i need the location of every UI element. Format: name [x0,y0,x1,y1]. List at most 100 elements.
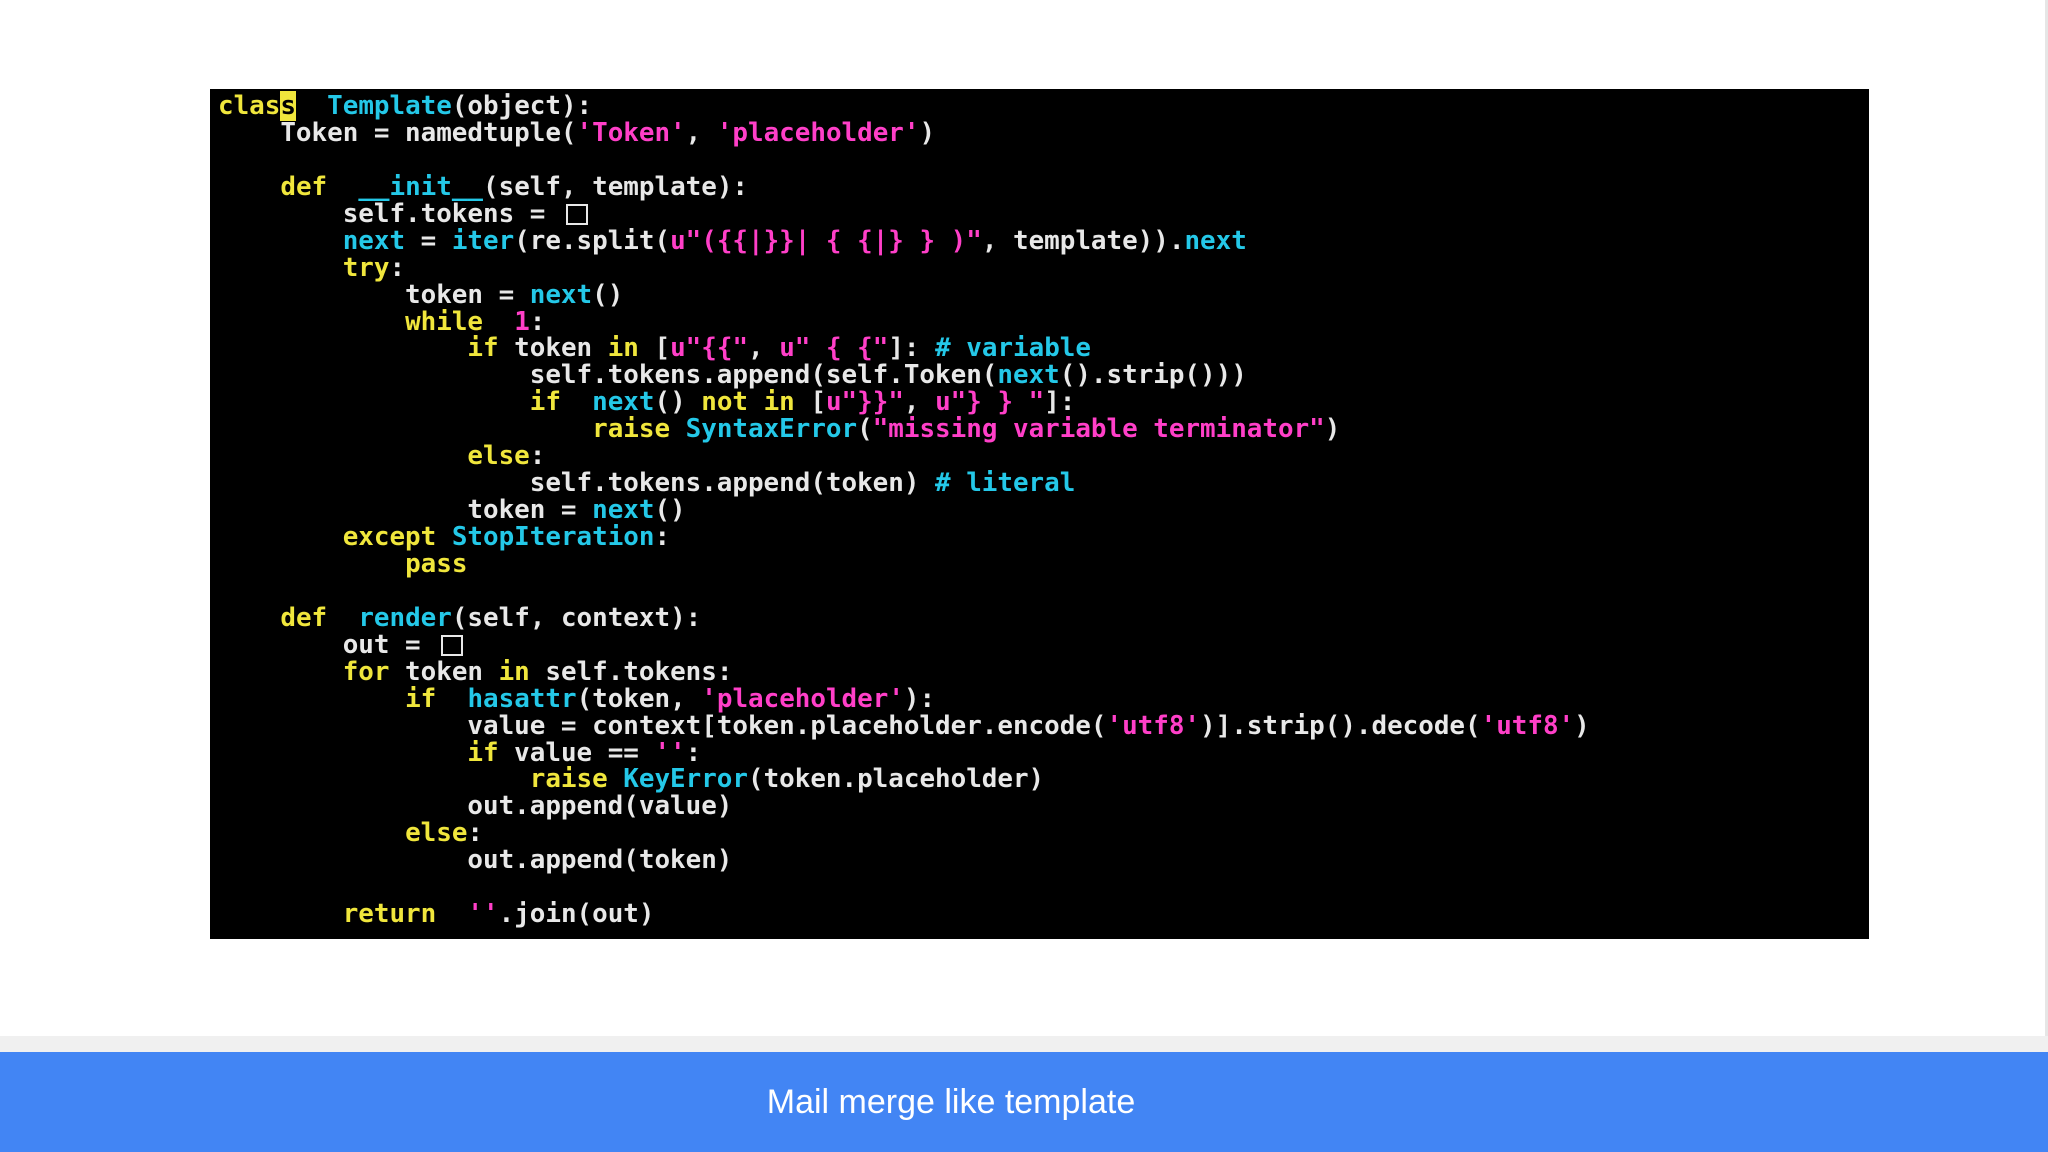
code-token: while [405,306,483,337]
code-token: ().strip())) [1059,360,1247,391]
code-line: class Template(object): [218,91,1869,121]
code-token: 1 [514,306,530,337]
code-token: [ [794,387,826,418]
code-token: , [748,333,780,364]
code-token: u"} } " [935,387,1045,418]
code-line: def __init__(self, template): [218,171,1869,202]
empty-list-glyph [441,634,464,656]
code-token: = [405,225,452,256]
code-token: : [467,818,484,849]
code-token: : [654,522,671,552]
code-token: out.append(token) [218,845,733,876]
code-line: for token in self.tokens: [218,656,1869,687]
code-token: 'Token' [576,117,686,148]
code-line: else: [218,443,1869,470]
code-token: if [467,333,499,364]
code-token: hasattr [467,683,577,714]
slide-area: class Template(object): Token = namedtup… [0,0,2048,1036]
code-token: raise [592,414,671,445]
code-token: '' [467,899,499,930]
code-token: u" { {" [779,333,889,364]
code-line: def render(self, context): [218,602,1869,633]
code-line: return ''.join(out) [218,901,1869,928]
code-token: in [607,333,639,364]
code-line: out.append(token) [218,847,1869,874]
code-token: "missing variable terminator" [872,414,1325,445]
code-token: (token.placeholder) [747,764,1045,795]
code-token: : [529,441,546,472]
code-line: out = [218,631,1869,659]
code-token: u"({{|}}| { {|} } )" [670,225,982,256]
code-token: token [389,656,499,687]
code-token: 'utf8' [1480,710,1575,741]
code-token: ) [1574,710,1590,741]
code-token: iter [451,225,515,256]
code-token: 'placeholder' [716,117,920,148]
code-line: try: [218,253,1869,283]
code-line: if value == '': [218,737,1869,768]
code-line: token = next() [218,497,1869,524]
code-token: return [342,899,437,930]
code-token: except [342,522,437,552]
code-token: ) [1324,414,1341,445]
code-token: .join(out) [498,899,655,930]
code-token: def [280,171,328,202]
code-line: if hasattr(token, 'placeholder'): [218,683,1869,714]
code-token: SyntaxError [685,414,858,445]
code-token: self.tokens.append(self.Token( [218,360,998,391]
text-cursor: s [280,91,296,121]
code-token: self.tokens = [218,198,561,229]
code-token: StopIteration [451,522,655,552]
code-token: next [1184,225,1247,256]
code-token: (object): [451,91,593,121]
code-token: next [529,279,593,310]
code-token: self.tokens.append(token) [218,468,936,499]
code-token: next [342,225,406,256]
code-token: next [592,495,655,526]
code-line: raise SyntaxError("missing variable term… [218,416,1869,443]
code-line: Token = namedtuple('Token', 'placeholder… [218,117,1869,148]
code-token: 'placeholder' [701,683,904,714]
code-token: render [358,602,452,633]
code-token: )].strip().decode( [1200,710,1481,741]
code-token: def [280,602,328,633]
code-token: ) [919,117,936,148]
code-token: value == [498,737,655,768]
code-line: value = context[token.placeholder.encode… [218,710,1869,741]
caption-text: Mail merge like template [766,1083,1136,1121]
code-token: token [498,333,608,364]
code-token: if [405,683,437,714]
code-line: out.append(value) [218,793,1869,820]
code-token: not in [701,387,795,418]
code-line: except StopIteration: [218,524,1869,551]
code-line: next = iter(re.split(u"({{|}}| { {|} } )… [218,225,1869,256]
code-token: out.append(value) [218,791,733,822]
code-token: () [654,387,702,418]
code-token: KeyError [623,764,748,795]
code-line: self.tokens.append(token) # literal [218,470,1869,497]
code-snippet: class Template(object): Token = namedtup… [210,89,1869,939]
code-token: # literal [935,468,1076,499]
code-token: # variable [935,333,1091,364]
code-token: [ [638,333,671,364]
